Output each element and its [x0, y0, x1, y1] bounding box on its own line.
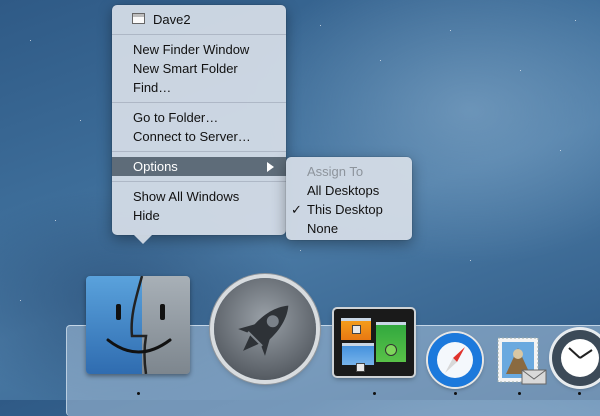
mission-control-running-indicator — [373, 392, 376, 395]
clock-icon[interactable] — [552, 330, 600, 386]
launchpad-icon[interactable] — [214, 278, 316, 380]
mission-control-icon[interactable] — [334, 309, 414, 376]
menu-separator — [112, 151, 286, 152]
menu-separator — [112, 34, 286, 35]
mail-stamp-icon — [497, 337, 547, 385]
submenu-item-this-desktop-label: This Desktop — [307, 202, 383, 217]
menu-item-new-smart-folder[interactable]: New Smart Folder — [112, 59, 286, 78]
menu-item-show-all-windows[interactable]: Show All Windows — [112, 187, 286, 206]
submenu-item-all-desktops[interactable]: All Desktops — [286, 181, 412, 200]
finder-face-icon — [106, 276, 172, 374]
menu-item-window-dave2[interactable]: Dave2 — [112, 10, 286, 29]
finder-context-menu: Dave2 New Finder Window New Smart Folder… — [112, 5, 286, 235]
menu-separator — [112, 102, 286, 103]
menu-pointer — [134, 235, 152, 244]
mail-running-indicator — [518, 392, 521, 395]
submenu-item-this-desktop[interactable]: ✓ This Desktop — [286, 200, 412, 219]
compass-icon — [437, 342, 473, 378]
menu-item-find[interactable]: Find… — [112, 78, 286, 97]
menu-item-go-to-folder[interactable]: Go to Folder… — [112, 108, 286, 127]
clock-face-icon — [561, 339, 599, 377]
options-submenu: Assign To All Desktops ✓ This Desktop No… — [286, 157, 412, 240]
window-icon — [132, 13, 145, 24]
safari-running-indicator — [454, 392, 457, 395]
checkmark-icon: ✓ — [291, 202, 302, 217]
finder-icon[interactable] — [86, 276, 190, 374]
submenu-item-none[interactable]: None — [286, 219, 412, 238]
submenu-header-assign-to: Assign To — [307, 164, 364, 179]
finder-running-indicator — [137, 392, 140, 395]
menu-separator — [112, 181, 286, 182]
rocket-icon — [238, 305, 289, 356]
menu-item-new-finder-window[interactable]: New Finder Window — [112, 40, 286, 59]
clock-running-indicator — [578, 392, 581, 395]
menu-item-options-label: Options — [133, 159, 178, 174]
submenu-arrow-icon — [267, 162, 274, 172]
menu-item-hide[interactable]: Hide — [112, 206, 286, 225]
safari-icon[interactable] — [428, 333, 482, 387]
menu-item-options[interactable]: Options — [112, 157, 286, 176]
menu-item-connect-to-server[interactable]: Connect to Server… — [112, 127, 286, 146]
mail-icon[interactable] — [492, 336, 548, 386]
